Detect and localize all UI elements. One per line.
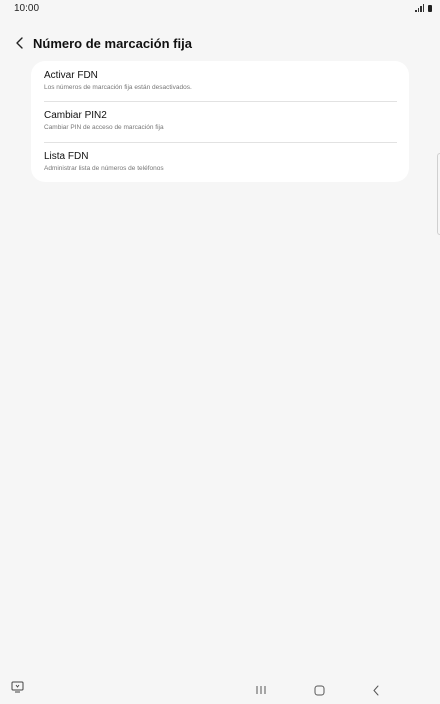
navigation-bar (0, 676, 440, 704)
page-title: Número de marcación fija (33, 35, 192, 51)
header: Número de marcación fija (0, 32, 440, 54)
status-time: 10:00 (14, 2, 40, 14)
keyboard-toggle-icon (11, 681, 23, 693)
nav-back-button[interactable] (369, 683, 383, 697)
recents-icon (256, 686, 266, 694)
item-subtitle: Cambiar PIN de acceso de marcación fija (44, 124, 164, 132)
nav-back-icon (373, 685, 379, 695)
status-icons (415, 4, 432, 12)
battery-icon (428, 4, 432, 12)
back-button[interactable] (9, 32, 31, 54)
recents-button[interactable] (253, 683, 269, 697)
settings-card: Activar FDN Los números de marcación fij… (31, 61, 409, 182)
home-button[interactable] (311, 683, 327, 697)
home-icon (314, 685, 324, 695)
item-title: Activar FDN (44, 70, 98, 81)
chevron-left-icon (16, 37, 23, 49)
list-item-lista-fdn[interactable]: Lista FDN Administrar lista de números d… (31, 141, 409, 182)
signal-icon (415, 4, 424, 12)
item-subtitle: Los números de marcación fija están desa… (44, 84, 192, 91)
item-subtitle: Administrar lista de números de teléfono… (44, 164, 164, 172)
item-title: Lista FDN (44, 150, 89, 162)
item-title: Cambiar PIN2 (44, 110, 107, 122)
list-item-cambiar-pin2[interactable]: Cambiar PIN2 Cambiar PIN de acceso de ma… (31, 101, 409, 141)
keyboard-toggle-button[interactable] (10, 680, 24, 694)
list-item-activar-fdn[interactable]: Activar FDN Los números de marcación fij… (31, 61, 409, 101)
status-bar: 10:00 (0, 0, 440, 16)
